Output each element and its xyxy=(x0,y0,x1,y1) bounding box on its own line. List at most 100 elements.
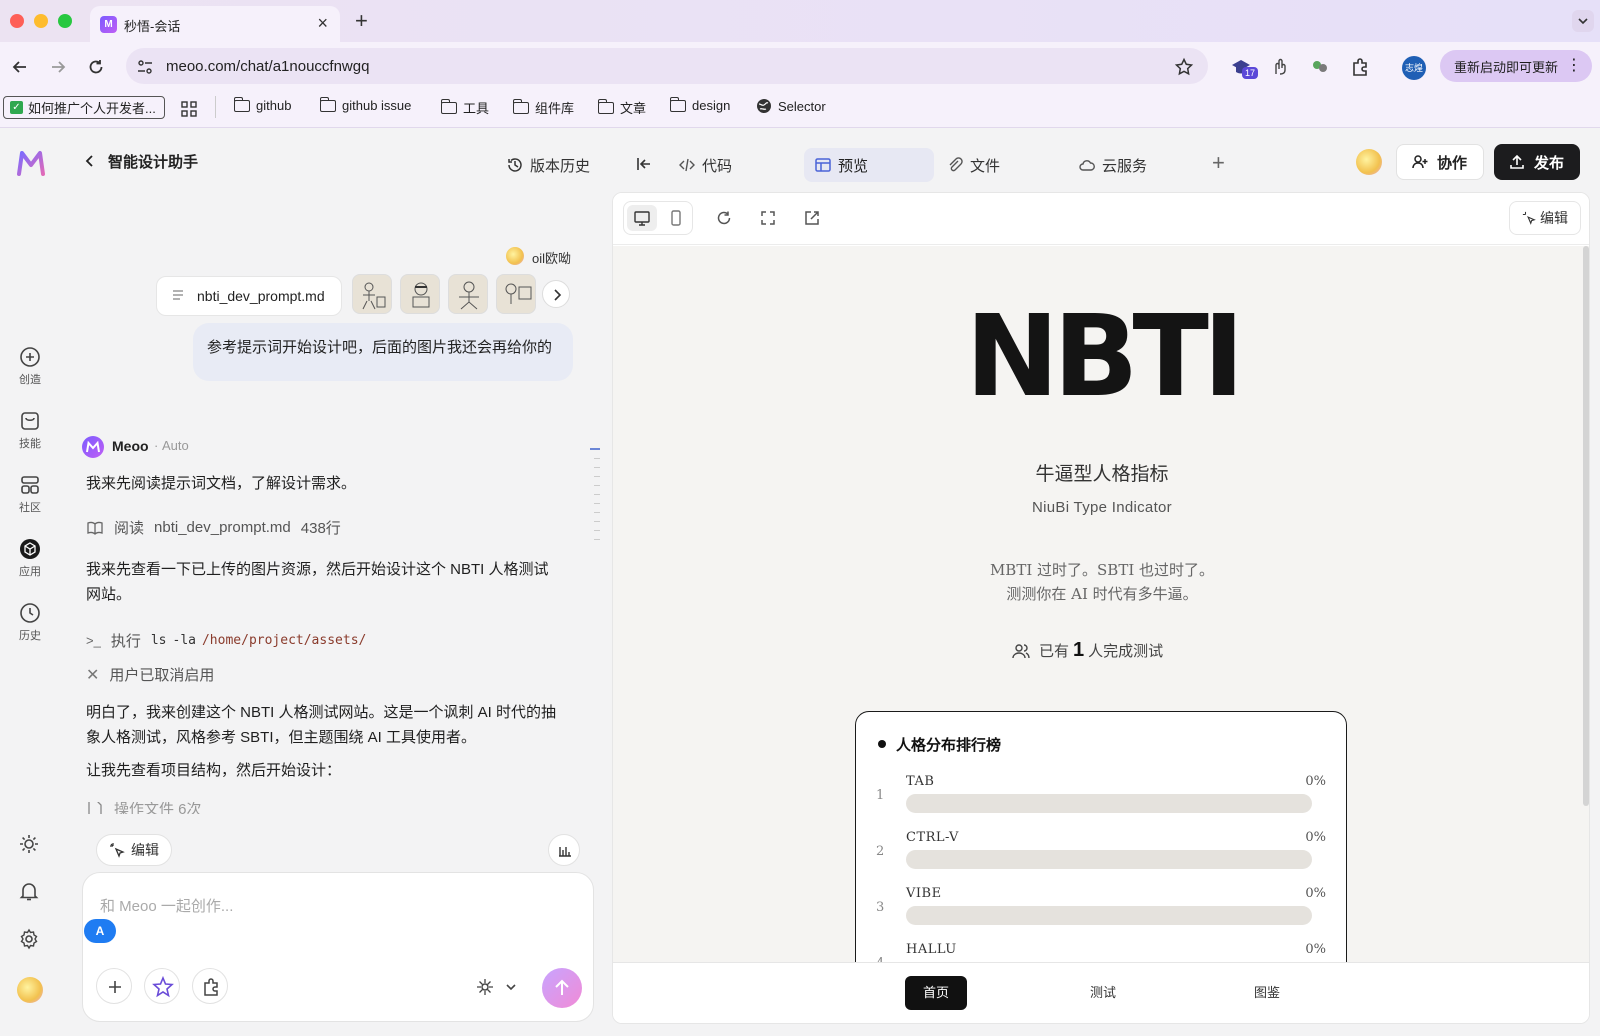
window-close-button[interactable] xyxy=(10,14,24,28)
bookmark-label: 组件库 xyxy=(535,101,575,116)
attachment-thumbnail[interactable] xyxy=(400,274,440,314)
rail-item-history[interactable]: 历史 xyxy=(10,602,50,643)
open-external-icon[interactable] xyxy=(803,209,821,227)
bookmark-item-1[interactable]: github xyxy=(234,96,291,113)
fullscreen-icon[interactable] xyxy=(759,209,777,227)
model-selector[interactable] xyxy=(476,978,518,996)
attachment-thumbnail[interactable] xyxy=(496,274,536,314)
rail-item-community[interactable]: 社区 xyxy=(10,474,50,515)
skill-button[interactable] xyxy=(144,968,180,1004)
nav-test[interactable]: 测试 xyxy=(1063,976,1143,1010)
collaborator-avatar[interactable] xyxy=(1356,149,1382,175)
bookmark-star-icon[interactable] xyxy=(1174,57,1194,77)
forward-arrow-icon[interactable] xyxy=(48,57,68,77)
back-arrow-icon[interactable] xyxy=(10,57,30,77)
window-minimize-button[interactable] xyxy=(34,14,48,28)
bookmark-item-0[interactable]: ✓ 如何推广个人开发者... xyxy=(3,96,165,119)
plugin-button[interactable] xyxy=(192,968,228,1004)
edit-chip-button[interactable]: 编辑 xyxy=(96,834,172,866)
read-tool-call[interactable]: 阅读 nbti_dev_prompt.md 438行 xyxy=(86,517,341,538)
extension-hand-icon[interactable] xyxy=(1270,57,1290,77)
reload-icon[interactable] xyxy=(86,57,106,77)
bookmark-item-5[interactable]: 文章 xyxy=(598,98,646,117)
assistant-message-line: 明白了，我来创建这个 NBTI 人格测试网站。这是一个讽刺 AI 时代的抽 xyxy=(86,704,557,721)
window-maximize-button[interactable] xyxy=(58,14,72,28)
grid-icon xyxy=(21,476,39,494)
site-settings-icon[interactable] xyxy=(136,58,154,76)
rail-item-create[interactable]: 创造 xyxy=(10,346,50,387)
file-ops-summary[interactable]: 操作文件 6次 xyxy=(86,802,202,814)
bookmark-item-6[interactable]: design xyxy=(670,96,731,113)
refresh-icon[interactable] xyxy=(715,209,733,227)
exec-tool-call[interactable]: >_ 执行 ls -la /home/project/assets/ xyxy=(86,630,366,651)
folder-icon xyxy=(320,96,336,112)
stats-button[interactable] xyxy=(548,834,580,866)
plus-circle-icon xyxy=(20,347,40,367)
bookmark-item-2[interactable]: github issue xyxy=(320,96,411,113)
add-attachment-button[interactable] xyxy=(96,968,132,1004)
rank-name: TAB xyxy=(906,774,935,789)
history-icon xyxy=(508,158,522,172)
add-tab-icon[interactable]: + xyxy=(1212,150,1225,176)
tab-cloud[interactable]: 云服务 xyxy=(1078,148,1147,182)
rail-item-apps[interactable]: 应用 xyxy=(10,538,50,579)
bookmark-item-3[interactable]: 工具 xyxy=(441,98,489,117)
apps-grid-icon[interactable] xyxy=(180,100,198,118)
desktop-view-button[interactable] xyxy=(627,205,657,231)
bookmark-item-7[interactable]: Selector xyxy=(756,98,826,114)
bookmark-item-4[interactable]: 组件库 xyxy=(513,98,574,117)
chevron-left-icon[interactable] xyxy=(82,153,98,169)
extension-mortarboard-icon[interactable]: 17 xyxy=(1230,56,1259,79)
ranking-row: 3 VIBE 0% xyxy=(856,884,1348,934)
update-button[interactable]: 重新启动即可更新 ⋮ xyxy=(1440,50,1592,82)
bar-chart-icon xyxy=(559,847,571,857)
rail-item-skills[interactable]: 技能 xyxy=(10,410,50,451)
version-history-label: 版本历史 xyxy=(530,157,591,175)
nav-home[interactable]: 首页 xyxy=(905,976,967,1010)
collab-button[interactable]: 协作 xyxy=(1396,144,1484,180)
count-suffix: 人完成测试 xyxy=(1088,643,1164,660)
url-text[interactable]: meoo.com/chat/a1nouccfnwgq xyxy=(166,58,369,75)
mobile-view-button[interactable] xyxy=(661,205,691,231)
extension-plant-icon[interactable] xyxy=(1310,57,1330,77)
chat-input[interactable]: 和 Meoo 一起创作... xyxy=(100,895,233,916)
tab-search-button[interactable] xyxy=(1572,10,1594,32)
browser-tab[interactable]: M 秒悟-会话 × xyxy=(90,6,340,42)
input-mode-badge[interactable]: A xyxy=(84,919,116,943)
collapse-panel-icon[interactable] xyxy=(634,154,654,174)
tab-preview[interactable]: 预览 xyxy=(804,148,934,182)
assistant-message-line: 网站。 xyxy=(86,586,132,603)
rank-name: CTRL-V xyxy=(906,830,959,845)
tab-files[interactable]: 文件 xyxy=(946,148,1000,182)
tab-close-icon[interactable]: × xyxy=(317,13,328,34)
code-icon xyxy=(679,158,695,172)
gear-icon[interactable] xyxy=(18,928,40,950)
publish-button[interactable]: 发布 xyxy=(1494,144,1580,180)
bullet-dot-icon xyxy=(878,740,886,748)
attachment-file-chip[interactable]: nbti_dev_prompt.md xyxy=(156,276,342,316)
tab-code[interactable]: 代码 xyxy=(678,148,732,182)
new-tab-icon[interactable]: + xyxy=(355,8,368,34)
user-avatar[interactable] xyxy=(17,977,43,1003)
model-icon xyxy=(477,979,493,995)
bookmark-label: 文章 xyxy=(620,101,647,116)
site-logo: NBTI xyxy=(965,292,1244,422)
publish-button-label: 发布 xyxy=(1534,154,1565,172)
send-button[interactable] xyxy=(542,968,582,1008)
user-avatar xyxy=(506,247,524,265)
attachment-thumbnail[interactable] xyxy=(352,274,392,314)
preview-edit-button[interactable]: 编辑 xyxy=(1509,201,1581,235)
chat-scroll-indicator[interactable] xyxy=(590,448,600,568)
profile-avatar[interactable]: 志煌 xyxy=(1402,56,1426,80)
bell-icon[interactable] xyxy=(18,880,40,902)
version-history-button[interactable]: 版本历史 xyxy=(506,148,590,182)
nav-gallery[interactable]: 图鉴 xyxy=(1227,976,1307,1010)
preview-scrollbar[interactable] xyxy=(1583,246,1589,806)
rank-bar-track xyxy=(906,850,1312,869)
thumbnails-next-button[interactable] xyxy=(542,280,570,308)
extensions-puzzle-icon[interactable] xyxy=(1350,56,1372,78)
meoo-logo[interactable] xyxy=(16,148,46,178)
sun-icon[interactable] xyxy=(18,833,40,855)
attachment-thumbnail[interactable] xyxy=(448,274,488,314)
bookmark-label: design xyxy=(692,98,731,113)
